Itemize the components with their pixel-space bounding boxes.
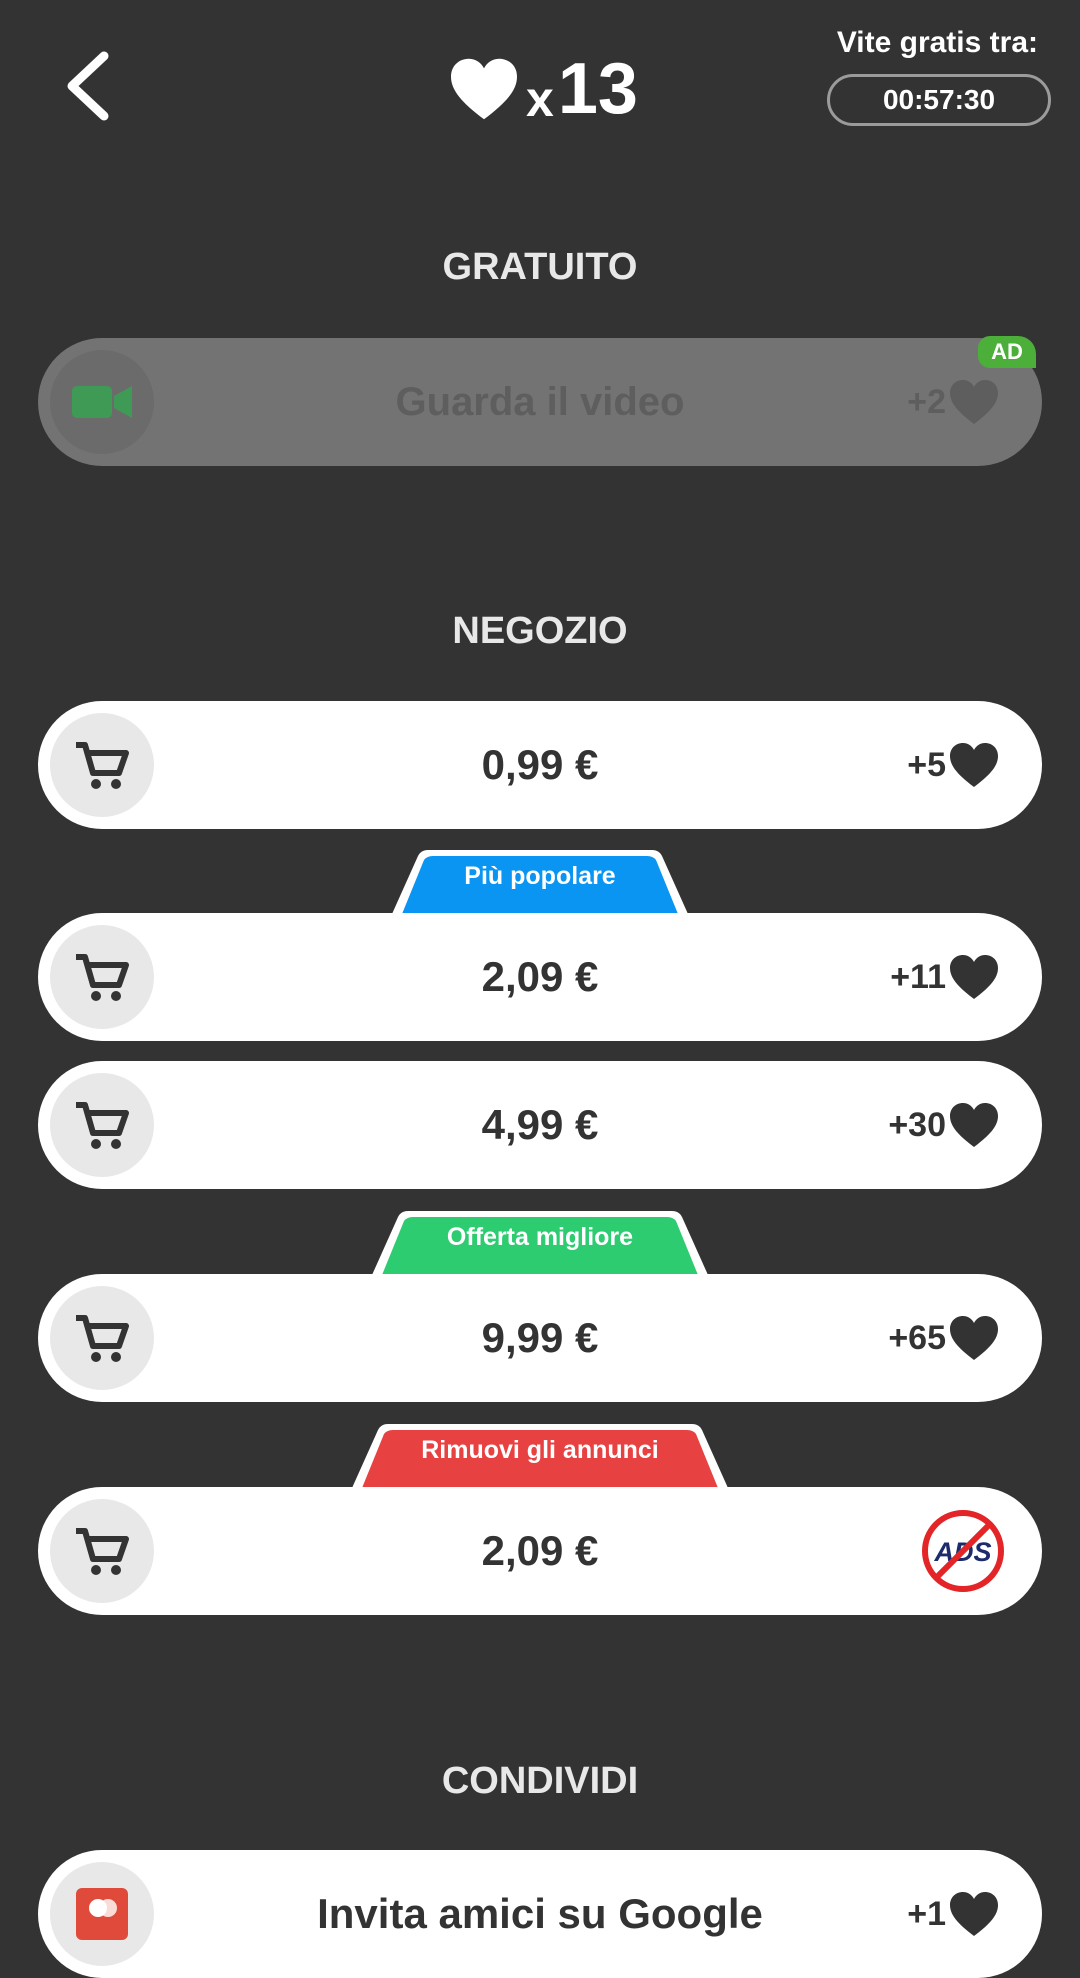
- heart-icon: [948, 378, 1000, 426]
- reward: ADS: [918, 1487, 1004, 1615]
- no-ads-icon: ADS: [922, 1510, 1004, 1592]
- heart-icon: [948, 1890, 1000, 1938]
- heart-icon: [948, 741, 1000, 789]
- heart-icon: [948, 953, 1000, 1001]
- reward-amount: +11: [890, 957, 946, 996]
- back-button[interactable]: [52, 44, 122, 124]
- lives-multiplier: x: [526, 71, 554, 127]
- reward-amount: +65: [888, 1318, 946, 1357]
- shop-item-1[interactable]: 2,09 € +11: [38, 913, 1042, 1041]
- reward: +5: [907, 701, 1000, 829]
- lives-count: 13: [557, 49, 638, 129]
- reward-amount: +2: [907, 382, 946, 421]
- tag-best-offer: Offerta migliore: [368, 1209, 712, 1275]
- tag-most-popular: Più popolare: [388, 848, 692, 914]
- shop-item-2[interactable]: 4,99 € +30: [38, 1061, 1042, 1189]
- tag-label: Rimuovi gli annunci: [421, 1436, 659, 1464]
- timer-badge: 00:57:30: [827, 74, 1051, 126]
- shop-item-0[interactable]: 0,99 € +5: [38, 701, 1042, 829]
- reward: +65: [888, 1274, 1000, 1402]
- shop-item-3[interactable]: 9,99 € +65: [38, 1274, 1042, 1402]
- tag-remove-ads: Rimuovi gli annunci: [348, 1422, 732, 1488]
- chevron-left-icon: [67, 51, 109, 121]
- heart-icon: [448, 56, 520, 122]
- heart-icon: [948, 1314, 1000, 1362]
- lives-counter: x 13: [448, 48, 638, 130]
- watch-video-button[interactable]: Guarda il video +2 AD: [38, 336, 1042, 466]
- section-title-shop: NEGOZIO: [452, 610, 628, 652]
- reward: +30: [888, 1061, 1000, 1189]
- section-title-free: GRATUITO: [442, 246, 638, 288]
- ad-badge: AD: [978, 336, 1036, 368]
- heart-icon: [948, 1101, 1000, 1149]
- reward-amount: +5: [907, 745, 946, 784]
- tag-label: Più popolare: [464, 862, 616, 890]
- watch-video-label: Guarda il video: [395, 380, 685, 424]
- reward-amount: +30: [888, 1105, 946, 1144]
- reward: +1: [907, 1850, 1000, 1978]
- timer-label: Vite gratis tra:: [836, 26, 1038, 59]
- invite-google-button[interactable]: Invita amici su Google +1: [38, 1850, 1042, 1978]
- section-title-share: CONDIVIDI: [441, 1760, 639, 1802]
- shop-item-4[interactable]: 2,09 € ADS: [38, 1487, 1042, 1615]
- tag-label: Offerta migliore: [446, 1223, 634, 1251]
- reward-amount: +1: [907, 1894, 946, 1933]
- price-label: 0,99 €: [481, 741, 599, 788]
- invite-label: Invita amici su Google: [317, 1890, 763, 1937]
- price-label: 2,09 €: [481, 1527, 599, 1574]
- reward: +11: [890, 913, 1000, 1041]
